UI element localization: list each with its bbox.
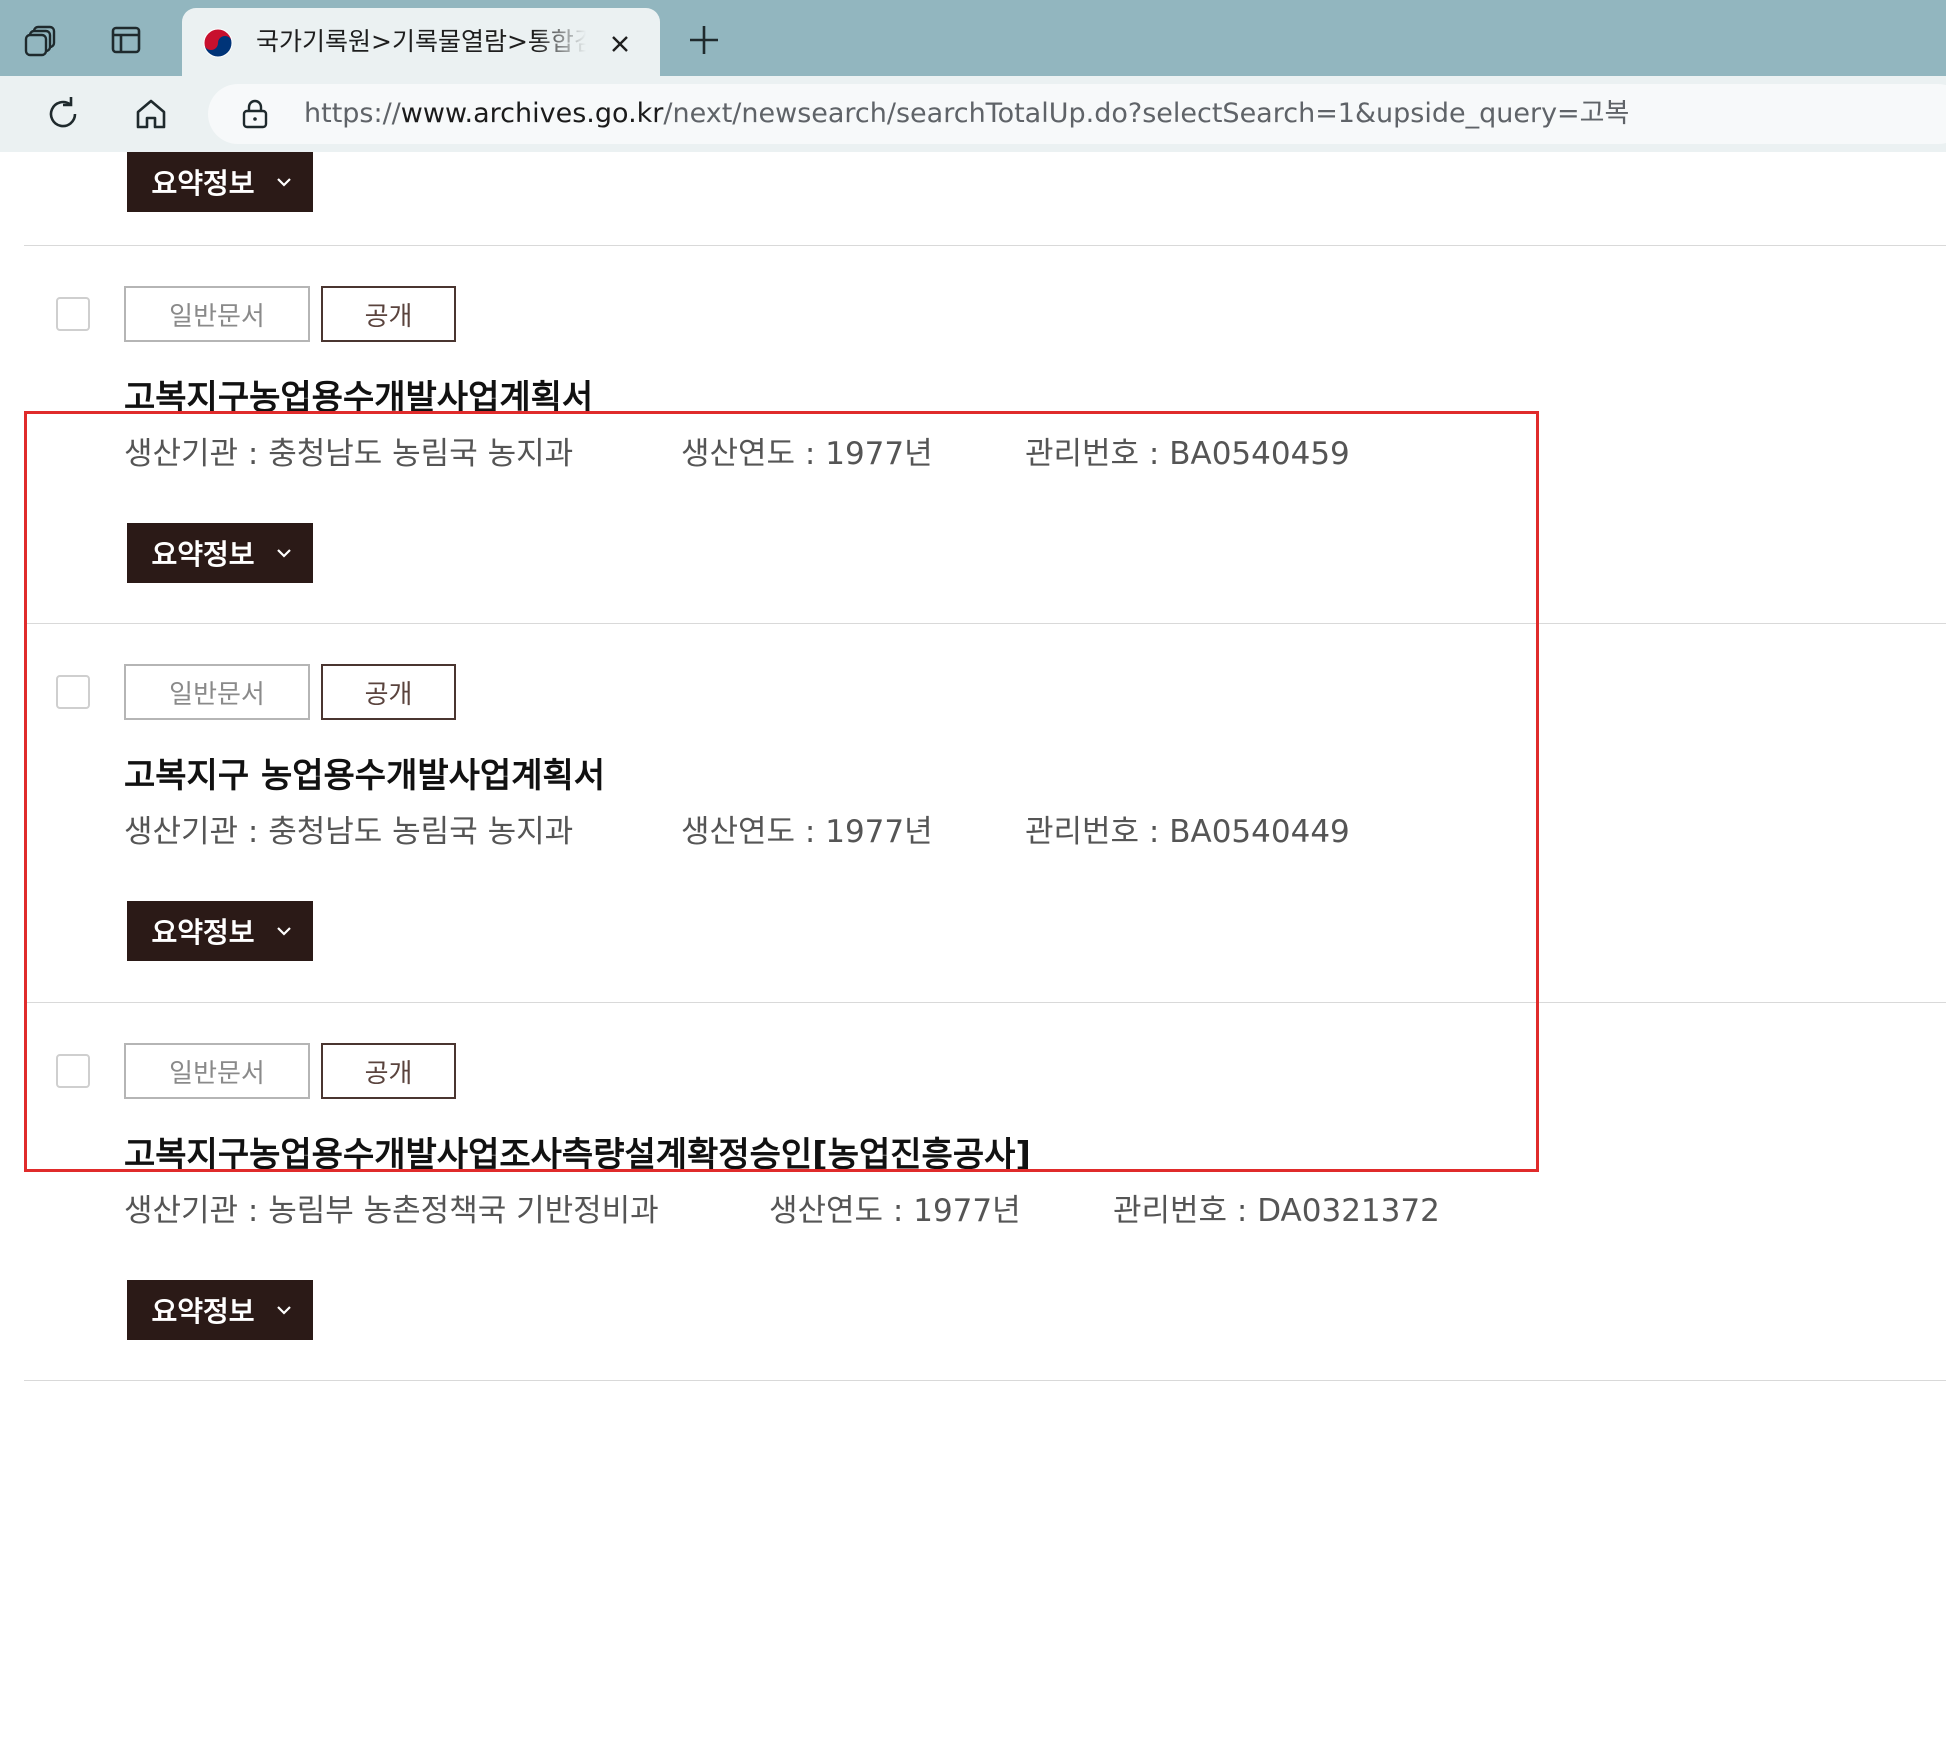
address-bar: https://www.archives.go.kr/next/newsearc… [0,76,1946,152]
summary-label: 요약정보 [151,538,255,571]
summary-label: 요약정보 [151,916,255,949]
result-divider [24,1380,1946,1381]
management-number: 관리번호 : BA0540459 [1025,436,1350,472]
summary-button[interactable]: 요약정보 [127,1280,313,1340]
summary-button[interactable]: 요약정보 [127,523,313,583]
workspaces-icon[interactable] [22,20,62,60]
refresh-icon[interactable] [41,92,85,136]
taegeuk-favicon-icon [203,28,233,58]
access-badge: 공개 [321,286,456,342]
result-checkbox[interactable] [56,1054,90,1088]
lock-icon[interactable] [240,98,270,130]
new-tab-icon[interactable] [684,20,724,60]
result-divider [24,623,1946,624]
management-number: 관리번호 : DA0321372 [1113,1193,1440,1229]
url-path: /next/newsearch/searchTotalUp.do?selectS… [663,98,1630,129]
close-tab-icon[interactable] [606,30,634,58]
producer-info: 생산기관 : 충청남도 농림국 농지과 [124,436,574,472]
url-host: www.archives.go.kr [400,98,664,129]
summary-label: 요약정보 [151,167,255,200]
result-checkbox[interactable] [56,675,90,709]
tab-title: 국가기록원>기록물열람>통합검색 [256,27,586,56]
chevron-down-icon [276,549,291,558]
home-icon[interactable] [129,92,173,136]
result-divider [24,245,1946,246]
result-title[interactable]: 고복지구농업용수개발사업조사측량설계확정승인[농업진흥공사] [124,1132,1031,1178]
result-title[interactable]: 고복지구 농업용수개발사업계획서 [124,753,605,799]
production-year: 생산연도 : 1977년 [681,436,933,472]
result-title[interactable]: 고복지구농업용수개발사업계획서 [124,375,593,421]
document-type-badge: 일반문서 [124,1043,310,1099]
chevron-down-icon [276,927,291,936]
tab-strip: 국가기록원>기록물열람>통합검색 [0,0,1946,76]
summary-button[interactable]: 요약정보 [127,152,313,212]
management-number: 관리번호 : BA0540449 [1025,814,1350,850]
search-results: 요약정보 일반문서 공개 고복지구농업용수개발사업계획서 생산기관 : 충청남도… [0,152,1946,1760]
result-divider [24,1002,1946,1003]
url-text[interactable]: https://www.archives.go.kr/next/newsearc… [304,95,1629,133]
access-badge: 공개 [321,664,456,720]
production-year: 생산연도 : 1977년 [769,1193,1021,1229]
chevron-down-icon [276,178,291,187]
producer-info: 생산기관 : 농림부 농촌정책국 기반정비과 [124,1193,659,1229]
active-tab[interactable]: 국가기록원>기록물열람>통합검색 [182,8,660,76]
chevron-down-icon [276,1306,291,1315]
vertical-tabs-icon[interactable] [106,20,146,60]
summary-label: 요약정보 [151,1295,255,1328]
production-year: 생산연도 : 1977년 [681,814,933,850]
result-checkbox[interactable] [56,297,90,331]
summary-button[interactable]: 요약정보 [127,901,313,961]
document-type-badge: 일반문서 [124,664,310,720]
access-badge: 공개 [321,1043,456,1099]
url-scheme: https:// [304,98,401,129]
producer-info: 생산기관 : 충청남도 농림국 농지과 [124,814,574,850]
url-field[interactable]: https://www.archives.go.kr/next/newsearc… [208,84,1946,144]
document-type-badge: 일반문서 [124,286,310,342]
